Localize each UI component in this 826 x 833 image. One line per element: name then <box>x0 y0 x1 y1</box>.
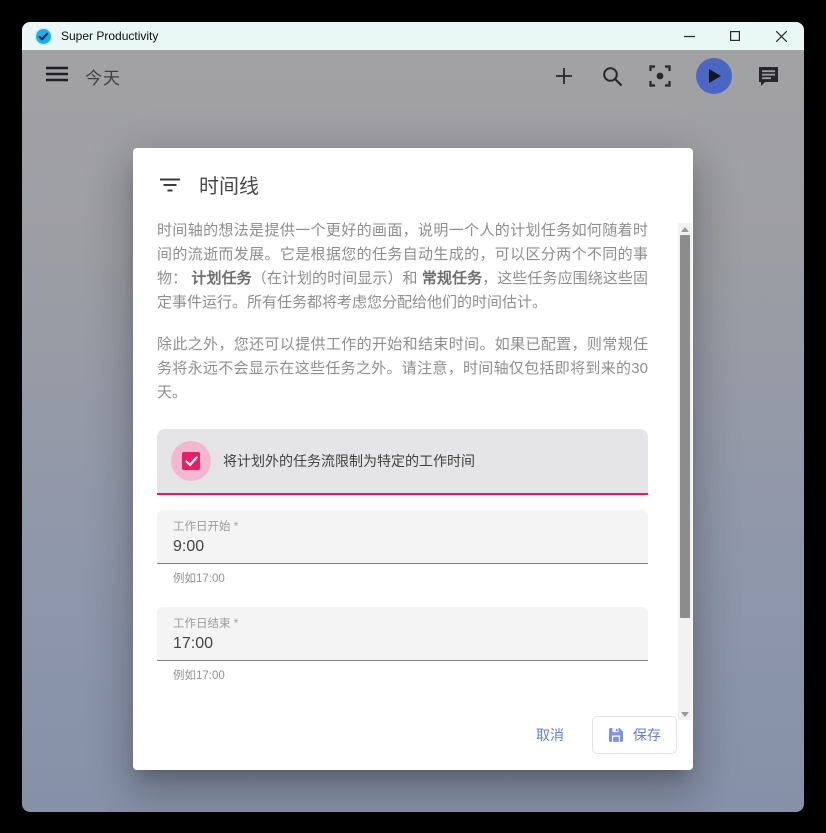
titlebar: Super Productivity <box>22 22 804 50</box>
scrollbar-track[interactable] <box>678 235 692 708</box>
add-icon[interactable] <box>552 64 576 88</box>
window-title: Super Productivity <box>61 29 158 43</box>
close-button[interactable] <box>758 22 804 50</box>
notes-icon[interactable] <box>756 64 780 88</box>
work-start-field-group: 工作日开始 * 9:00 例如17:00 <box>157 510 648 586</box>
work-end-hint: 例如17:00 <box>173 667 632 683</box>
app-logo-icon <box>35 28 52 45</box>
search-icon[interactable] <box>600 64 624 88</box>
play-button[interactable] <box>696 58 732 94</box>
app-backdrop: 今天 <box>22 50 804 812</box>
work-start-hint: 例如17:00 <box>173 570 632 586</box>
filter-icon <box>160 178 180 192</box>
scrollbar-thumb[interactable] <box>680 235 690 618</box>
bold-scheduled-tasks: 计划任务 <box>191 270 251 287</box>
work-end-input[interactable]: 工作日结束 * 17:00 <box>157 607 648 661</box>
save-button[interactable]: 保存 <box>592 716 677 754</box>
work-end-field-group: 工作日结束 * 17:00 例如17:00 <box>157 607 648 683</box>
work-end-value: 17:00 <box>173 635 632 653</box>
dialog-scrollbar[interactable] <box>678 223 692 720</box>
work-start-value: 9:00 <box>173 538 632 556</box>
save-icon <box>608 727 624 743</box>
menu-icon[interactable] <box>46 66 68 87</box>
cancel-button[interactable]: 取消 <box>518 716 582 754</box>
checkbox-checked-icon[interactable] <box>182 452 200 470</box>
dialog-content: 时间轴的想法是提供一个更好的画面，说明一个人的计划任务如何随着时间的流逝而发展。… <box>133 209 693 710</box>
toolbar-actions <box>552 58 780 94</box>
window-controls <box>666 22 804 50</box>
page-title: 今天 <box>85 64 121 89</box>
work-end-label: 工作日结束 * <box>173 615 632 631</box>
intro-paragraph-2: 除此之外，您还可以提供工作的开始和结束时间。如果已配置，则常规任务将永远不会显示… <box>157 333 648 405</box>
scrollbar-up-icon[interactable] <box>678 223 692 235</box>
app-window: Super Productivity 今天 <box>22 22 804 812</box>
main-toolbar: 今天 <box>22 50 804 102</box>
checkbox-ripple <box>171 441 211 481</box>
focus-mode-icon[interactable] <box>648 64 672 88</box>
intro-paragraph-1: 时间轴的想法是提供一个更好的画面，说明一个人的计划任务如何随着时间的流逝而发展。… <box>157 219 648 315</box>
scrollbar-down-icon[interactable] <box>678 708 692 720</box>
minimize-button[interactable] <box>666 22 712 50</box>
maximize-button[interactable] <box>712 22 758 50</box>
bold-regular-tasks: 常规任务 <box>422 270 482 287</box>
dialog-footer: 取消 保存 <box>133 710 693 770</box>
dialog-title: 时间线 <box>199 170 259 199</box>
checkbox-label: 将计划外的任务流限制为特定的工作时间 <box>223 451 475 471</box>
work-hours-checkbox-row[interactable]: 将计划外的任务流限制为特定的工作时间 <box>157 429 648 495</box>
dialog-header: 时间线 <box>133 148 693 209</box>
timeline-settings-dialog: 时间线 时间轴的想法是提供一个更好的画面，说明一个人的计划任务如何随着时间的流逝… <box>133 148 693 770</box>
play-icon <box>707 68 722 84</box>
work-start-input[interactable]: 工作日开始 * 9:00 <box>157 510 648 564</box>
save-button-label: 保存 <box>633 725 661 745</box>
work-start-label: 工作日开始 * <box>173 518 632 534</box>
